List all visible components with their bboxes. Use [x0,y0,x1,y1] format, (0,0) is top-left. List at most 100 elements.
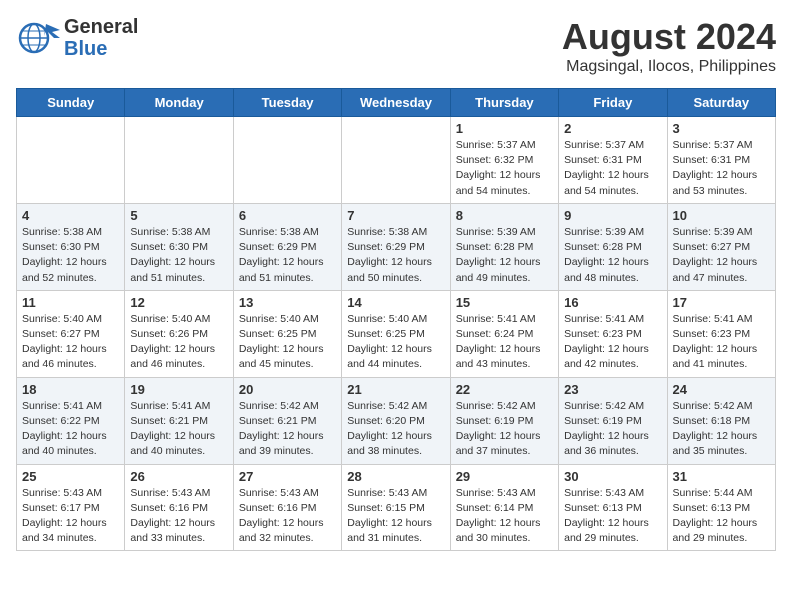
day-info: Sunrise: 5:43 AM Sunset: 6:16 PM Dayligh… [239,486,336,547]
calendar-cell: 4 Sunrise: 5:38 AM Sunset: 6:30 PM Daylig… [17,203,125,290]
calendar-header-friday: Friday [559,89,667,117]
header: General Blue August 2024 Magsingal, Iloc… [16,16,776,76]
day-info: Sunrise: 5:42 AM Sunset: 6:18 PM Dayligh… [673,399,770,460]
calendar-cell: 8Sunrise: 5:39 AM Sunset: 6:28 PM Daylig… [450,203,558,290]
day-number: 7 [347,208,444,223]
day-number: 12 [130,295,227,310]
day-number: 22 [456,382,553,397]
day-number: 13 [239,295,336,310]
day-number: 20 [239,382,336,397]
calendar-cell: 26 Sunrise: 5:43 AM Sunset: 6:16 PM Dayli… [125,464,233,551]
calendar-cell [125,117,233,204]
day-info: Sunrise: 5:38 AM Sunset: 6:30 PM Dayligh… [130,225,227,286]
day-number: 30 [564,469,661,484]
calendar-cell: 19 Sunrise: 5:41 AM Sunset: 6:21 PM Dayli… [125,377,233,464]
day-info: Sunrise: 5:42 AM Sunset: 6:21 PM Dayligh… [239,399,336,460]
day-info: Sunrise: 5:37 AM Sunset: 6:32 PM Dayligh… [456,138,553,199]
day-number: 31 [673,469,770,484]
day-number: 14 [347,295,444,310]
logo-blue: Blue [64,38,138,60]
calendar-cell: 29Sunrise: 5:43 AM Sunset: 6:14 PM Dayli… [450,464,558,551]
day-number: 17 [673,295,770,310]
calendar-cell: 1 Sunrise: 5:37 AM Sunset: 6:32 PM Daylig… [450,117,558,204]
calendar-week-row: 18 Sunrise: 5:41 AM Sunset: 6:22 PM Dayli… [17,377,776,464]
day-info: Sunrise: 5:37 AM Sunset: 6:31 PM Dayligh… [564,138,661,199]
day-info: Sunrise: 5:37 AM Sunset: 6:31 PM Dayligh… [673,138,770,199]
month-title: August 2024 [562,16,776,58]
calendar-cell: 22 Sunrise: 5:42 AM Sunset: 6:19 PM Dayli… [450,377,558,464]
day-number: 24 [673,382,770,397]
calendar-cell: 9Sunrise: 5:39 AM Sunset: 6:28 PM Daylig… [559,203,667,290]
calendar-cell: 5 Sunrise: 5:38 AM Sunset: 6:30 PM Daylig… [125,203,233,290]
calendar-header-row: SundayMondayTuesdayWednesdayThursdayFrid… [17,89,776,117]
day-info: Sunrise: 5:40 AM Sunset: 6:25 PM Dayligh… [347,312,444,373]
calendar-cell [17,117,125,204]
day-number: 27 [239,469,336,484]
day-number: 4 [22,208,119,223]
calendar-week-row: 11 Sunrise: 5:40 AM Sunset: 6:27 PM Dayli… [17,290,776,377]
calendar-cell: 6 Sunrise: 5:38 AM Sunset: 6:29 PM Daylig… [233,203,341,290]
calendar-cell: 25 Sunrise: 5:43 AM Sunset: 6:17 PM Dayli… [17,464,125,551]
calendar-cell: 27 Sunrise: 5:43 AM Sunset: 6:16 PM Dayli… [233,464,341,551]
day-number: 18 [22,382,119,397]
calendar-cell: 10 Sunrise: 5:39 AM Sunset: 6:27 PM Dayli… [667,203,775,290]
day-info: Sunrise: 5:42 AM Sunset: 6:20 PM Dayligh… [347,399,444,460]
day-number: 25 [22,469,119,484]
calendar-cell [342,117,450,204]
day-number: 19 [130,382,227,397]
calendar-cell: 21 Sunrise: 5:42 AM Sunset: 6:20 PM Dayli… [342,377,450,464]
day-info: Sunrise: 5:42 AM Sunset: 6:19 PM Dayligh… [564,399,661,460]
logo: General Blue [16,16,138,60]
title-section: August 2024 Magsingal, Ilocos, Philippin… [562,16,776,76]
day-info: Sunrise: 5:42 AM Sunset: 6:19 PM Dayligh… [456,399,553,460]
day-info: Sunrise: 5:39 AM Sunset: 6:27 PM Dayligh… [673,225,770,286]
day-number: 3 [673,121,770,136]
day-info: Sunrise: 5:41 AM Sunset: 6:24 PM Dayligh… [456,312,553,373]
day-info: Sunrise: 5:44 AM Sunset: 6:13 PM Dayligh… [673,486,770,547]
day-info: Sunrise: 5:41 AM Sunset: 6:22 PM Dayligh… [22,399,119,460]
calendar-cell: 12 Sunrise: 5:40 AM Sunset: 6:26 PM Dayli… [125,290,233,377]
calendar-week-row: 25 Sunrise: 5:43 AM Sunset: 6:17 PM Dayli… [17,464,776,551]
day-info: Sunrise: 5:41 AM Sunset: 6:23 PM Dayligh… [564,312,661,373]
day-number: 26 [130,469,227,484]
calendar-cell: 17Sunrise: 5:41 AM Sunset: 6:23 PM Dayli… [667,290,775,377]
calendar-week-row: 4 Sunrise: 5:38 AM Sunset: 6:30 PM Daylig… [17,203,776,290]
day-info: Sunrise: 5:43 AM Sunset: 6:17 PM Dayligh… [22,486,119,547]
calendar-header-saturday: Saturday [667,89,775,117]
calendar: SundayMondayTuesdayWednesdayThursdayFrid… [16,88,776,551]
day-info: Sunrise: 5:38 AM Sunset: 6:29 PM Dayligh… [239,225,336,286]
day-info: Sunrise: 5:43 AM Sunset: 6:16 PM Dayligh… [130,486,227,547]
calendar-header-sunday: Sunday [17,89,125,117]
day-number: 2 [564,121,661,136]
calendar-cell: 3 Sunrise: 5:37 AM Sunset: 6:31 PM Daylig… [667,117,775,204]
day-info: Sunrise: 5:40 AM Sunset: 6:25 PM Dayligh… [239,312,336,373]
day-number: 10 [673,208,770,223]
day-info: Sunrise: 5:43 AM Sunset: 6:13 PM Dayligh… [564,486,661,547]
day-number: 9 [564,208,661,223]
calendar-cell [233,117,341,204]
calendar-cell: 30 Sunrise: 5:43 AM Sunset: 6:13 PM Dayli… [559,464,667,551]
subtitle: Magsingal, Ilocos, Philippines [562,58,776,76]
calendar-header-tuesday: Tuesday [233,89,341,117]
day-number: 28 [347,469,444,484]
calendar-cell: 20 Sunrise: 5:42 AM Sunset: 6:21 PM Dayli… [233,377,341,464]
day-info: Sunrise: 5:39 AM Sunset: 6:28 PM Dayligh… [456,225,553,286]
calendar-cell: 31 Sunrise: 5:44 AM Sunset: 6:13 PM Dayli… [667,464,775,551]
day-info: Sunrise: 5:43 AM Sunset: 6:14 PM Dayligh… [456,486,553,547]
day-info: Sunrise: 5:38 AM Sunset: 6:30 PM Dayligh… [22,225,119,286]
calendar-header-thursday: Thursday [450,89,558,117]
day-info: Sunrise: 5:40 AM Sunset: 6:26 PM Dayligh… [130,312,227,373]
day-info: Sunrise: 5:41 AM Sunset: 6:21 PM Dayligh… [130,399,227,460]
calendar-cell: 23Sunrise: 5:42 AM Sunset: 6:19 PM Dayli… [559,377,667,464]
logo-general: General [64,16,138,38]
day-number: 11 [22,295,119,310]
day-number: 1 [456,121,553,136]
calendar-cell: 18 Sunrise: 5:41 AM Sunset: 6:22 PM Dayli… [17,377,125,464]
day-number: 5 [130,208,227,223]
day-info: Sunrise: 5:40 AM Sunset: 6:27 PM Dayligh… [22,312,119,373]
day-number: 6 [239,208,336,223]
calendar-cell: 24 Sunrise: 5:42 AM Sunset: 6:18 PM Dayli… [667,377,775,464]
day-number: 21 [347,382,444,397]
calendar-cell: 28Sunrise: 5:43 AM Sunset: 6:15 PM Dayli… [342,464,450,551]
calendar-cell: 14 Sunrise: 5:40 AM Sunset: 6:25 PM Dayli… [342,290,450,377]
